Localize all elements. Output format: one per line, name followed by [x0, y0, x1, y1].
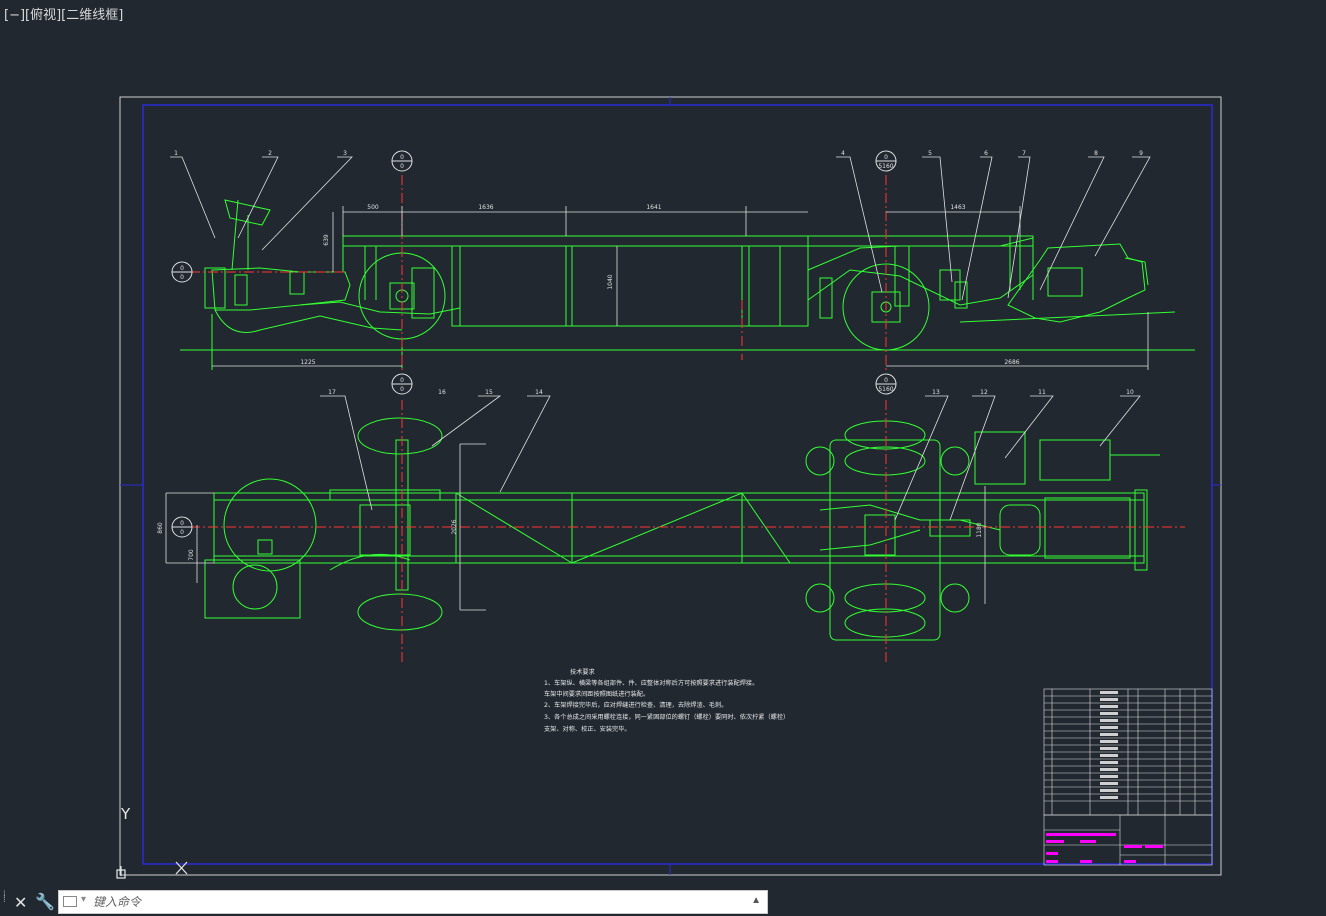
notes-line-4: 3、各个总成之间采用螺栓连接，同一紧固部位的螺钉（螺栓）要同时、依次拧紧（螺栓） — [544, 713, 789, 721]
technical-notes: 技术要求 1、车架纵、横梁等各组部件、件、应整体对称后方可按照要求进行装配焊接。… — [544, 668, 789, 733]
dimensions — [165, 156, 1151, 611]
section-marker-labels: 0 0 0 5160 0 0 0 0 0 0 0 5160 — [180, 154, 894, 536]
balloon-7: 7 — [1022, 150, 1026, 157]
balloon-17: 17 — [328, 389, 336, 396]
notes-line-2: 车架中间要求间距按照图纸进行装配。 — [544, 690, 649, 698]
chevron-down-icon[interactable]: ▾ — [81, 894, 86, 905]
dim-2686: 2686 — [1004, 359, 1019, 366]
section-mark-2-bottom: 5160 — [878, 163, 893, 170]
notes-title: 技术要求 — [570, 668, 595, 676]
balloon-5: 5 — [928, 150, 932, 157]
command-input[interactable] — [93, 893, 733, 911]
balloon-13: 13 — [932, 389, 940, 396]
title-block — [1043, 688, 1213, 866]
section-mark-5-bottom: 0 — [180, 529, 184, 536]
dim-1641: 1641 — [646, 204, 661, 211]
section-mark-3-bottom: 0 — [180, 274, 184, 281]
dimension-texts: 500 1636 1641 1463 1040 639 1225 2686 86… — [157, 204, 1020, 561]
section-mark-6-bottom: 5160 — [878, 386, 893, 393]
balloon-15: 15 — [485, 389, 493, 396]
notes-line-1: 1、车架纵、横梁等各组部件、件、应整体对称后方可按照要求进行装配焊接。 — [544, 679, 758, 687]
dim-1180: 1180 — [976, 522, 983, 537]
notes-line-5: 支架、对称、校正、安装完毕。 — [544, 725, 631, 733]
section-mark-4-top: 0 — [400, 377, 404, 384]
plan-view — [204, 417, 1160, 641]
title-block-fill — [1046, 833, 1163, 863]
wrench-icon[interactable]: 🔧 — [35, 892, 55, 911]
balloon-14: 14 — [535, 389, 543, 396]
cad-drawing-canvas[interactable]: 0 0 0 5160 0 0 0 0 0 0 0 5160 500 1636 1… — [0, 0, 1326, 888]
grip-handle-icon[interactable]: ⁞ ⁞ — [3, 891, 8, 910]
command-input-box[interactable]: ▾ ▲ — [58, 890, 768, 914]
balloon-1: 1 — [174, 150, 178, 157]
balloon-3: 3 — [343, 150, 347, 157]
section-mark-1-top: 0 — [400, 154, 404, 161]
balloon-16: 16 — [438, 389, 446, 396]
section-mark-2-top: 0 — [884, 154, 888, 161]
dim-1040: 1040 — [607, 274, 614, 289]
balloon-2: 2 — [268, 150, 272, 157]
command-history-icon[interactable]: ▲ — [751, 895, 761, 906]
dim-700: 700 — [188, 549, 195, 561]
section-mark-3-top: 0 — [180, 265, 184, 272]
balloon-12: 12 — [980, 389, 988, 396]
balloon-6: 6 — [984, 150, 988, 157]
balloon-11: 11 — [1038, 389, 1046, 396]
section-mark-6-top: 0 — [884, 377, 888, 384]
ucs-y-axis-label: Y — [121, 805, 131, 823]
balloon-8: 8 — [1094, 150, 1098, 157]
balloon-9: 9 — [1139, 150, 1143, 157]
balloon-10: 10 — [1126, 389, 1134, 396]
close-icon[interactable]: ✕ — [14, 893, 27, 912]
dim-1636: 1636 — [478, 204, 493, 211]
balloon-4: 4 — [841, 150, 845, 157]
section-mark-4-bottom: 0 — [400, 386, 404, 393]
drawing-border-inner — [142, 104, 1213, 865]
part-balloons: 1 2 3 4 5 6 7 8 9 17 16 15 14 13 12 11 1… — [174, 150, 1143, 396]
notes-line-3: 2、车架焊接完毕后，应对焊缝进行检查、清理，去除焊渣、毛刺。 — [544, 701, 727, 709]
dim-500: 500 — [367, 204, 379, 211]
section-mark-1-bottom: 0 — [400, 163, 404, 170]
dim-1225: 1225 — [300, 359, 315, 366]
dim-1463: 1463 — [950, 204, 965, 211]
command-prompt-icon[interactable] — [63, 896, 77, 907]
section-markers — [171, 150, 897, 538]
centerlines — [190, 175, 1185, 665]
dim-860: 860 — [157, 522, 164, 534]
dim-2026: 2026 — [451, 519, 458, 534]
section-mark-5-top: 0 — [180, 520, 184, 527]
drawing-border-outer — [119, 96, 1222, 876]
dim-639: 639 — [323, 234, 330, 246]
